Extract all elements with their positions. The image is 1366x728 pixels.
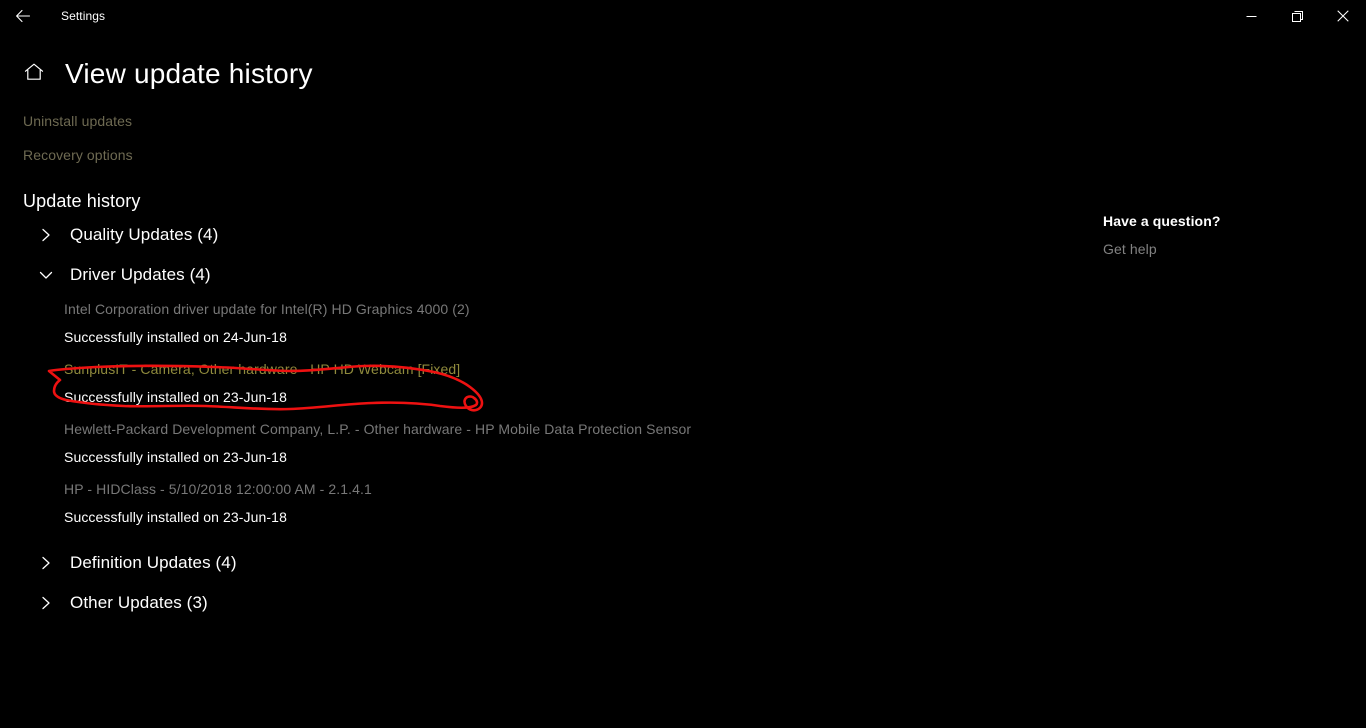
close-icon bbox=[1337, 10, 1349, 22]
expander-other-updates[interactable]: Other Updates (3) bbox=[23, 586, 208, 620]
expander-label: Driver Updates (4) bbox=[70, 265, 211, 284]
update-entry-title[interactable]: Intel Corporation driver update for Inte… bbox=[64, 300, 470, 318]
link-recovery-options[interactable]: Recovery options bbox=[23, 147, 133, 163]
update-entry-title[interactable]: Hewlett-Packard Development Company, L.P… bbox=[64, 420, 691, 438]
update-entry-status: Successfully installed on 23-Jun-18 bbox=[64, 449, 287, 465]
page-title: View update history bbox=[65, 58, 313, 89]
link-get-help[interactable]: Get help bbox=[1103, 241, 1157, 257]
back-button[interactable] bbox=[0, 0, 46, 32]
minimize-icon bbox=[1246, 11, 1257, 22]
update-entry-title[interactable]: HP - HIDClass - 5/10/2018 12:00:00 AM - … bbox=[64, 480, 372, 498]
close-button[interactable] bbox=[1320, 0, 1366, 32]
expander-label: Other Updates (3) bbox=[70, 593, 208, 612]
expander-definition-updates[interactable]: Definition Updates (4) bbox=[23, 546, 237, 580]
chevron-right-icon bbox=[35, 552, 57, 574]
restore-button[interactable] bbox=[1274, 0, 1320, 32]
update-entry-title-annotated[interactable]: SunplusIT - Camera, Other hardware - HP … bbox=[64, 360, 460, 378]
help-panel: Have a question? Get help bbox=[1103, 213, 1343, 257]
expander-quality-updates[interactable]: Quality Updates (4) bbox=[23, 218, 218, 252]
expander-driver-updates[interactable]: Driver Updates (4) bbox=[23, 258, 211, 292]
chevron-down-icon bbox=[35, 264, 57, 286]
home-icon bbox=[23, 61, 45, 88]
link-uninstall-updates[interactable]: Uninstall updates bbox=[23, 113, 132, 129]
help-panel-heading: Have a question? bbox=[1103, 213, 1221, 229]
app-title: Settings bbox=[61, 9, 106, 23]
main-content: Uninstall updates Recovery options Updat… bbox=[0, 96, 1366, 620]
top-links-group: Uninstall updates Recovery options bbox=[23, 113, 1366, 163]
home-button[interactable] bbox=[21, 61, 47, 87]
list-item: SunplusIT - Camera, Other hardware - HP … bbox=[64, 360, 1366, 406]
expander-label: Definition Updates (4) bbox=[70, 553, 237, 572]
page-header: View update history bbox=[0, 52, 1366, 96]
update-history-heading: Update history bbox=[23, 191, 141, 211]
window-titlebar: Settings bbox=[0, 0, 1366, 32]
list-item: HP - HIDClass - 5/10/2018 12:00:00 AM - … bbox=[64, 480, 1366, 526]
expander-label: Quality Updates (4) bbox=[70, 225, 219, 244]
update-entry-status: Successfully installed on 23-Jun-18 bbox=[64, 509, 287, 525]
back-arrow-icon bbox=[15, 8, 31, 24]
restore-icon bbox=[1291, 10, 1303, 22]
chevron-right-icon bbox=[35, 224, 57, 246]
window-caption-buttons bbox=[1228, 0, 1366, 32]
update-entry-status: Successfully installed on 24-Jun-18 bbox=[64, 329, 287, 345]
driver-updates-entry-list: Intel Corporation driver update for Inte… bbox=[23, 292, 1366, 526]
chevron-right-icon bbox=[35, 592, 57, 614]
minimize-button[interactable] bbox=[1228, 0, 1274, 32]
list-item: Intel Corporation driver update for Inte… bbox=[64, 300, 1366, 346]
list-item: Hewlett-Packard Development Company, L.P… bbox=[64, 420, 1366, 466]
update-entry-status: Successfully installed on 23-Jun-18 bbox=[64, 389, 287, 405]
